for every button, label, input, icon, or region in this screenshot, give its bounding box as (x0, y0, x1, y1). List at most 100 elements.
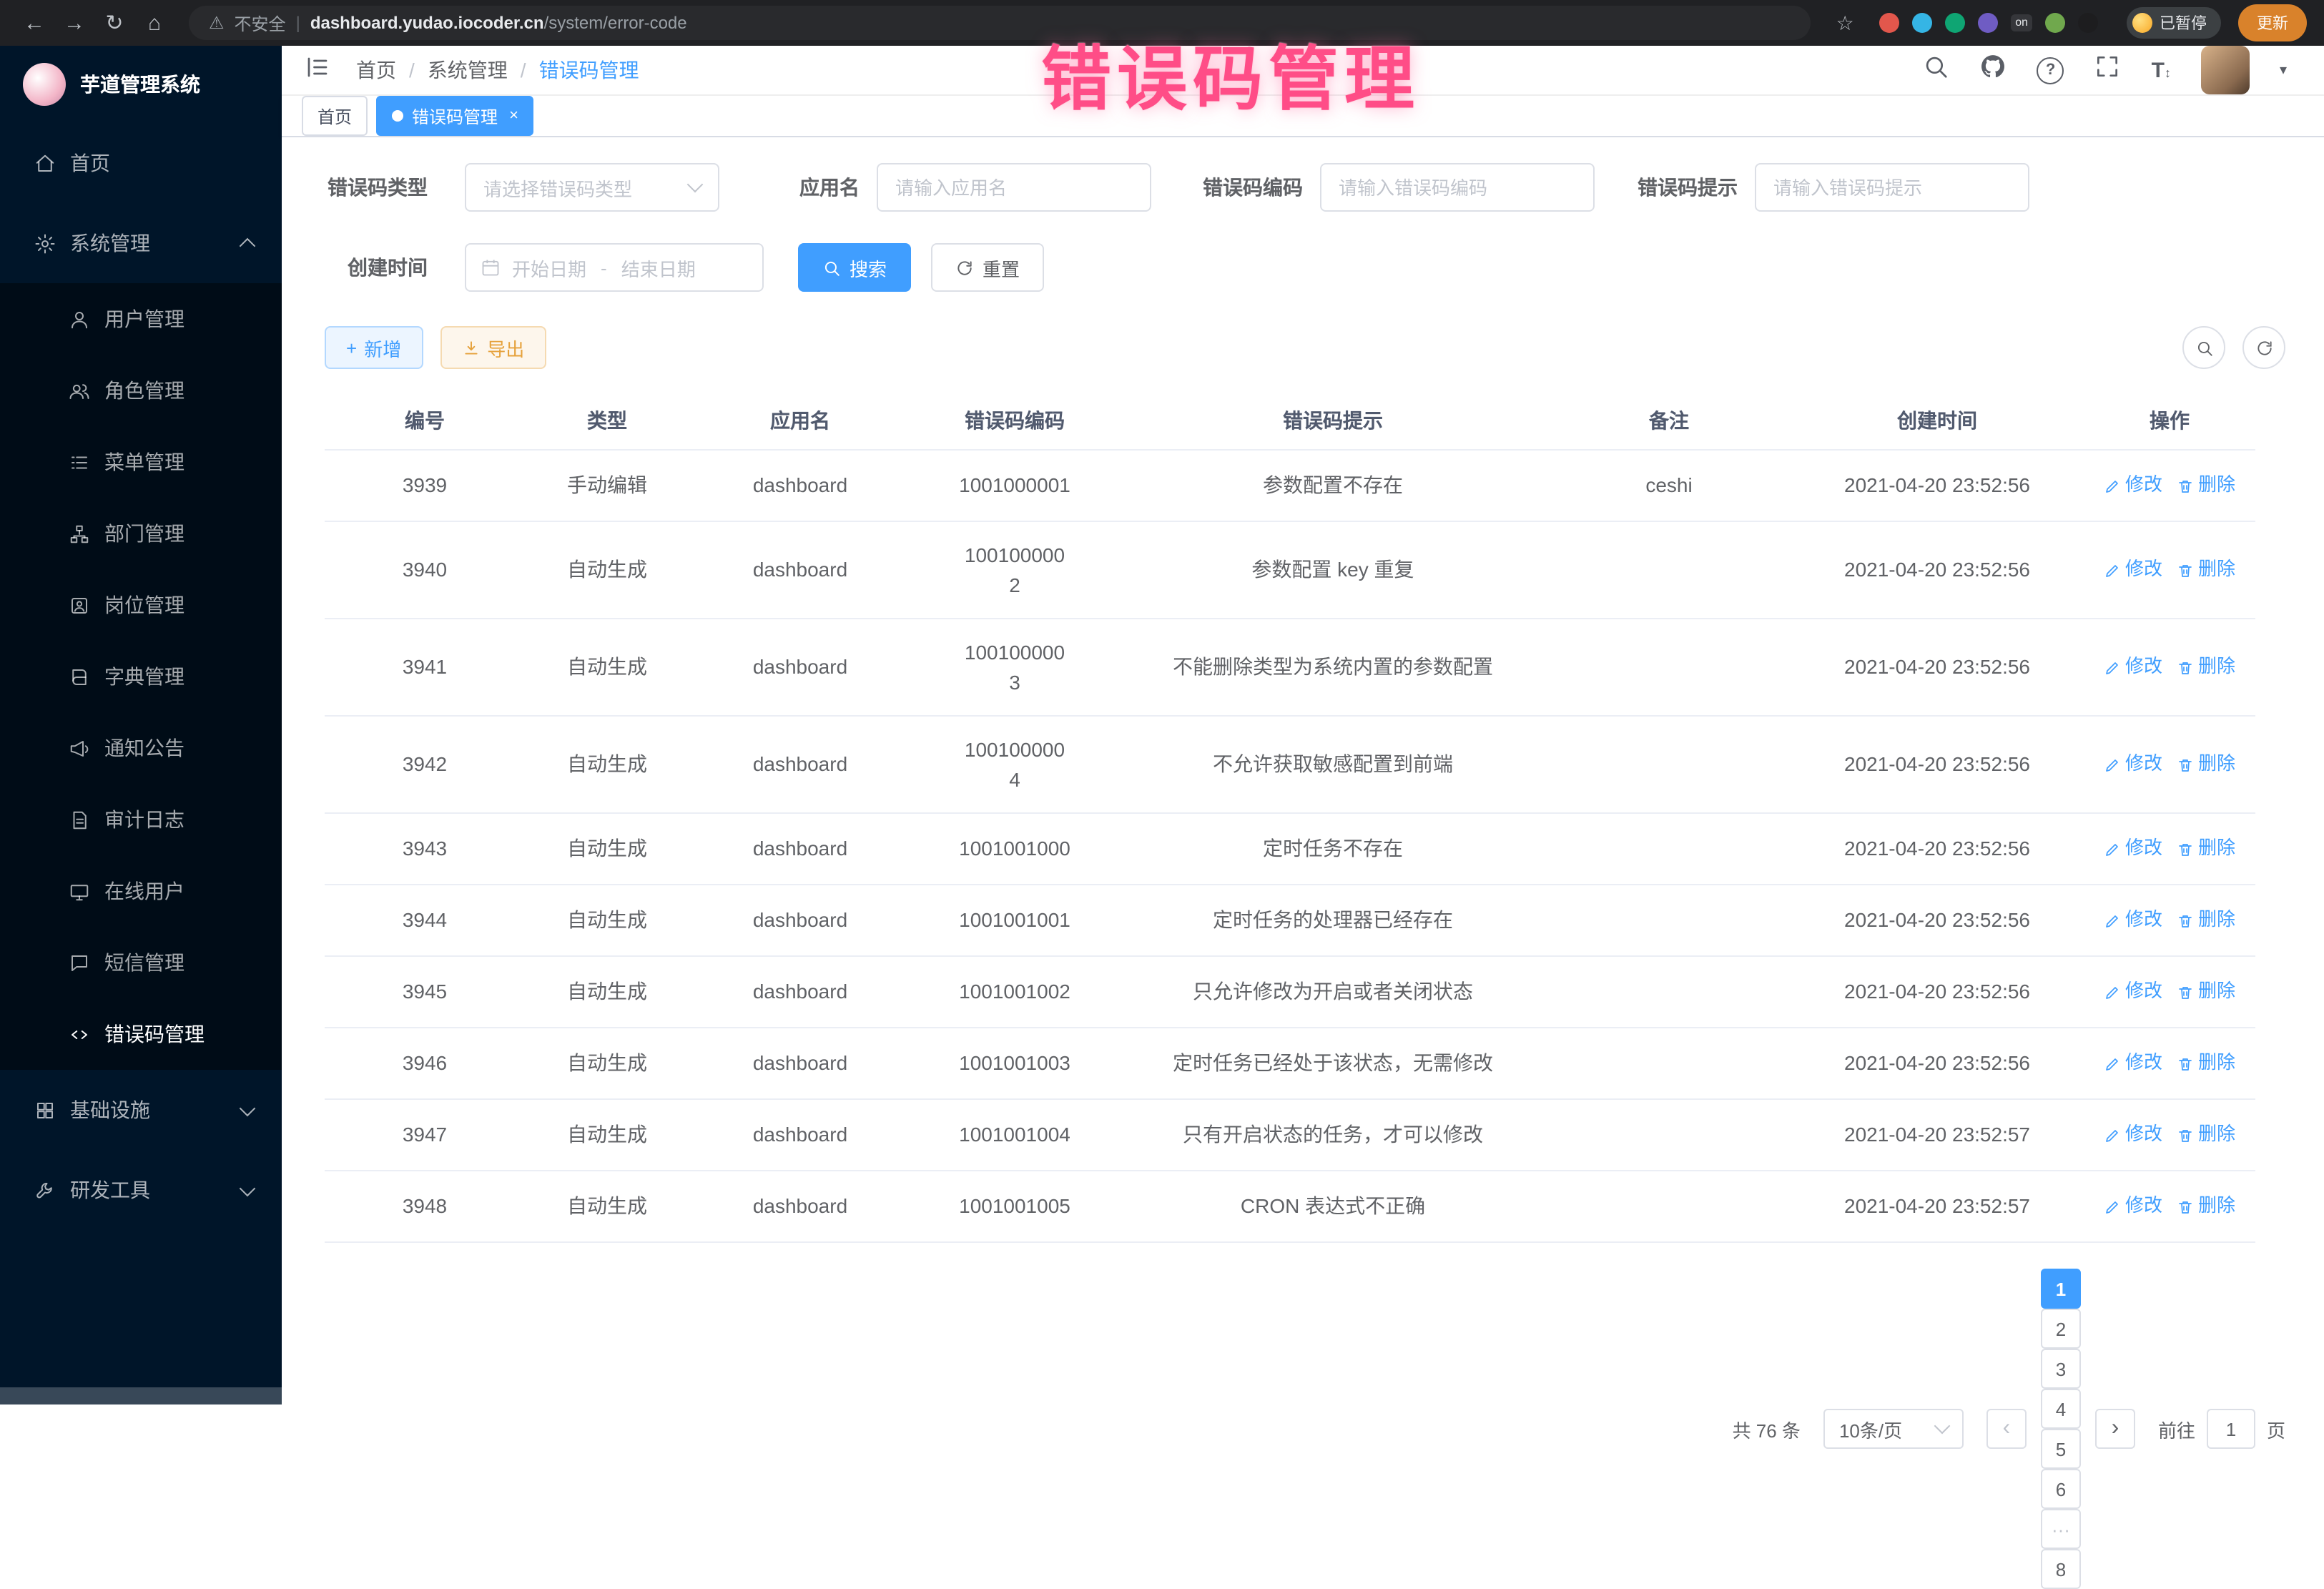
extension-icon[interactable] (1945, 13, 1965, 33)
page-button-8[interactable]: 8 (2041, 1549, 2081, 1589)
back-icon[interactable]: ← (17, 6, 51, 40)
sidebar-item-dict[interactable]: 字典管理 (0, 641, 282, 712)
error-hint-input[interactable] (1755, 163, 2029, 212)
extension-icon[interactable] (1879, 13, 1899, 33)
page-button-1[interactable]: 1 (2041, 1269, 2081, 1309)
edit-icon (2104, 756, 2121, 773)
sidebar-item-dept[interactable]: 部门管理 (0, 498, 282, 569)
app-logo[interactable]: 芋道管理系统 (0, 46, 282, 123)
delete-link[interactable]: 删除 (2177, 907, 2235, 933)
delete-link[interactable]: 删除 (2177, 1051, 2235, 1076)
sidebar-item-devtools[interactable]: 研发工具 (0, 1150, 282, 1230)
sidebar-item-infra[interactable]: 基础设施 (0, 1070, 282, 1150)
browser-update-button[interactable]: 更新 (2238, 4, 2307, 41)
message-icon (69, 952, 90, 973)
extension-icon[interactable] (1912, 13, 1932, 33)
cell-code: 1001001000 (911, 829, 1118, 868)
sidebar-item-home[interactable]: 首页 (0, 123, 282, 203)
delete-link[interactable]: 删除 (2177, 1194, 2235, 1219)
fullscreen-icon[interactable] (2094, 53, 2122, 87)
prev-page-button[interactable]: ‹ (1986, 1409, 2027, 1449)
delete-icon (2177, 561, 2194, 579)
date-separator: - (601, 257, 607, 278)
extension-on-badge[interactable]: on (2011, 14, 2032, 31)
delete-link[interactable]: 删除 (2177, 654, 2235, 680)
browser-home-icon[interactable]: ⌂ (137, 6, 172, 40)
chevron-icon (240, 238, 256, 255)
delete-link[interactable]: 删除 (2177, 473, 2235, 498)
delete-link[interactable]: 删除 (2177, 1122, 2235, 1148)
chevron-down-icon[interactable]: ▾ (2280, 62, 2287, 78)
delete-link[interactable]: 删除 (2177, 752, 2235, 777)
help-icon[interactable]: ? (2037, 56, 2064, 84)
reload-icon[interactable]: ↻ (97, 6, 132, 40)
tag-tab[interactable]: 错误码管理× (376, 96, 534, 136)
edit-link[interactable]: 修改 (2104, 752, 2162, 777)
extension-icon[interactable] (2045, 13, 2065, 33)
user-avatar[interactable] (2201, 46, 2250, 94)
forward-icon[interactable]: → (57, 6, 92, 40)
sidebar-item-sms[interactable]: 短信管理 (0, 927, 282, 998)
breadcrumb-item[interactable]: 错误码管理 (539, 56, 639, 84)
sidebar-item-audit[interactable]: 审计日志 (0, 784, 282, 855)
date-range-picker[interactable]: 开始日期 - 结束日期 (465, 243, 764, 292)
page-button-5[interactable]: 5 (2041, 1429, 2081, 1469)
cell-app: dashboard (689, 550, 911, 589)
page-button-4[interactable]: 4 (2041, 1389, 2081, 1429)
extension-icon[interactable] (1978, 13, 1998, 33)
page-button-3[interactable]: 3 (2041, 1349, 2081, 1389)
tag-tab[interactable]: 首页 (302, 96, 368, 136)
delete-link[interactable]: 删除 (2177, 836, 2235, 862)
edit-link[interactable]: 修改 (2104, 1194, 2162, 1219)
paused-badge[interactable]: 已暂停 (2127, 7, 2221, 39)
search-button[interactable]: 搜索 (798, 243, 911, 292)
page-button-6[interactable]: 6 (2041, 1469, 2081, 1509)
cell-type: 手动编辑 (525, 466, 689, 505)
edit-link[interactable]: 修改 (2104, 979, 2162, 1005)
sidebar-item-notice[interactable]: 通知公告 (0, 712, 282, 784)
cell-id: 3946 (325, 1043, 525, 1083)
edit-link[interactable]: 修改 (2104, 473, 2162, 498)
sidebar-item-online[interactable]: 在线用户 (0, 855, 282, 927)
edit-link[interactable]: 修改 (2104, 907, 2162, 933)
sidebar-footer[interactable] (0, 1387, 282, 1404)
delete-link[interactable]: 删除 (2177, 557, 2235, 583)
refresh-table-button[interactable] (2242, 326, 2285, 369)
address-bar[interactable]: ⚠ 不安全 | dashboard.yudao.iocoder.cn/syste… (189, 6, 1811, 40)
toggle-search-button[interactable] (2182, 326, 2225, 369)
sidebar-item-post[interactable]: 岗位管理 (0, 569, 282, 641)
collapse-sidebar-icon[interactable] (305, 54, 330, 87)
edit-link[interactable]: 修改 (2104, 836, 2162, 862)
export-button[interactable]: 导出 (440, 326, 546, 369)
page-size-select[interactable]: 10条/页 (1823, 1409, 1964, 1449)
reset-button[interactable]: 重置 (931, 243, 1044, 292)
search-icon[interactable] (1923, 53, 1950, 87)
sidebar-item-role[interactable]: 角色管理 (0, 355, 282, 426)
error-type-select[interactable]: 请选择错误码类型 (465, 163, 719, 212)
edit-link[interactable]: 修改 (2104, 1051, 2162, 1076)
sidebar-item-errorcode[interactable]: 错误码管理 (0, 998, 282, 1070)
edit-link[interactable]: 修改 (2104, 557, 2162, 583)
sidebar-item-user[interactable]: 用户管理 (0, 283, 282, 355)
table-row: 3943自动生成dashboard1001001000定时任务不存在2021-0… (325, 814, 2255, 885)
sidebar-item-menu[interactable]: 菜单管理 (0, 426, 282, 498)
page-ellipsis[interactable]: ··· (2041, 1509, 2081, 1549)
delete-link[interactable]: 删除 (2177, 979, 2235, 1005)
breadcrumb-item[interactable]: 首页 (356, 56, 396, 84)
error-code-input[interactable] (1320, 163, 1595, 212)
sidebar-item-system[interactable]: 系统管理 (0, 203, 282, 283)
extension-icon[interactable] (2078, 13, 2098, 33)
bookmark-star-icon[interactable]: ☆ (1828, 6, 1862, 40)
add-button[interactable]: + 新增 (325, 326, 423, 369)
github-icon[interactable] (1980, 53, 2007, 87)
table-row: 3944自动生成dashboard1001001001定时任务的处理器已经存在2… (325, 885, 2255, 957)
edit-link[interactable]: 修改 (2104, 1122, 2162, 1148)
breadcrumb-item[interactable]: 系统管理 (428, 56, 508, 84)
goto-page-input[interactable] (2207, 1409, 2255, 1449)
edit-link[interactable]: 修改 (2104, 654, 2162, 680)
font-size-icon[interactable]: T↕ (2152, 58, 2171, 82)
app-name-input[interactable] (877, 163, 1151, 212)
next-page-button[interactable]: › (2095, 1409, 2135, 1449)
page-button-2[interactable]: 2 (2041, 1309, 2081, 1349)
close-tab-icon[interactable]: × (509, 107, 518, 124)
